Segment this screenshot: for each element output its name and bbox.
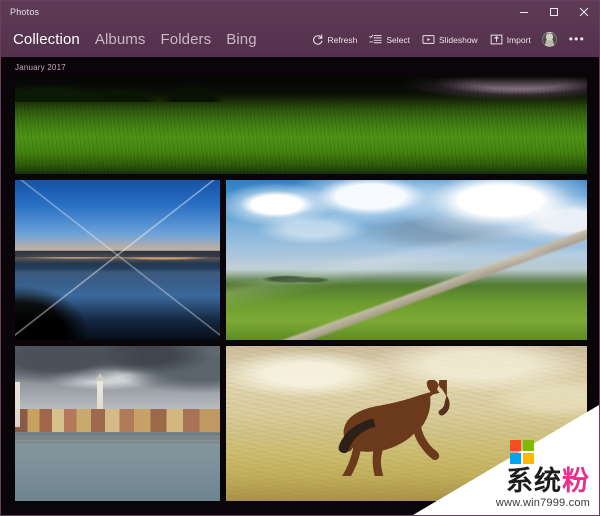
- checklist-icon: [369, 33, 382, 46]
- select-button[interactable]: Select: [363, 29, 416, 50]
- refresh-button[interactable]: Refresh: [305, 29, 364, 50]
- bell-tower-shape: [95, 373, 105, 427]
- account-avatar-icon: [541, 32, 557, 47]
- photo-thumbnail-grass-field[interactable]: [15, 76, 587, 174]
- account-button[interactable]: [537, 29, 562, 50]
- import-button[interactable]: Import: [484, 29, 537, 50]
- play-rectangle-icon: [422, 33, 435, 46]
- import-label: Import: [506, 34, 531, 45]
- refresh-icon: [311, 33, 324, 46]
- slideshow-label: Slideshow: [438, 34, 478, 45]
- nav-tabs: Collection Albums Folders Bing: [13, 31, 257, 49]
- tab-folders[interactable]: Folders: [161, 31, 212, 49]
- photo-row: [15, 180, 587, 340]
- photo-thumbnail-bay-bridge[interactable]: [15, 180, 220, 340]
- minimize-icon: [520, 11, 528, 13]
- photo-collection-area: January 2017 系统粉 www.win7999.com: [1, 57, 599, 515]
- photo-thumbnail-running-horse[interactable]: [226, 346, 587, 501]
- window-title: Photos: [10, 6, 40, 17]
- photo-grid: [1, 76, 599, 501]
- command-bar: Collection Albums Folders Bing Refresh S…: [1, 22, 599, 57]
- tab-bing[interactable]: Bing: [226, 31, 256, 49]
- slideshow-button[interactable]: Slideshow: [416, 29, 484, 50]
- horse-silhouette: [313, 380, 501, 477]
- photos-app-window: Photos Collection Albums Folders Bing Re…: [0, 0, 600, 516]
- photo-thumbnail-cloudy-field[interactable]: [226, 180, 587, 340]
- photo-row: [15, 346, 587, 501]
- date-group-label: January 2017: [15, 63, 66, 72]
- photo-thumbnail-coastal-town[interactable]: [15, 346, 220, 501]
- photo-row: [15, 76, 587, 174]
- maximize-icon: [550, 7, 558, 16]
- refresh-label: Refresh: [327, 34, 358, 45]
- command-actions: Refresh Select Slideshow Import •••: [305, 29, 592, 50]
- window-controls: [509, 1, 599, 22]
- import-box-icon: [490, 33, 503, 46]
- maximize-button[interactable]: [539, 1, 569, 22]
- tab-collection[interactable]: Collection: [13, 31, 80, 49]
- select-label: Select: [386, 34, 410, 45]
- tab-albums[interactable]: Albums: [95, 31, 146, 49]
- close-button[interactable]: [569, 1, 599, 22]
- minimize-button[interactable]: [509, 1, 539, 22]
- title-bar: Photos: [1, 1, 599, 22]
- more-button[interactable]: •••: [562, 31, 592, 48]
- close-icon: [579, 7, 589, 16]
